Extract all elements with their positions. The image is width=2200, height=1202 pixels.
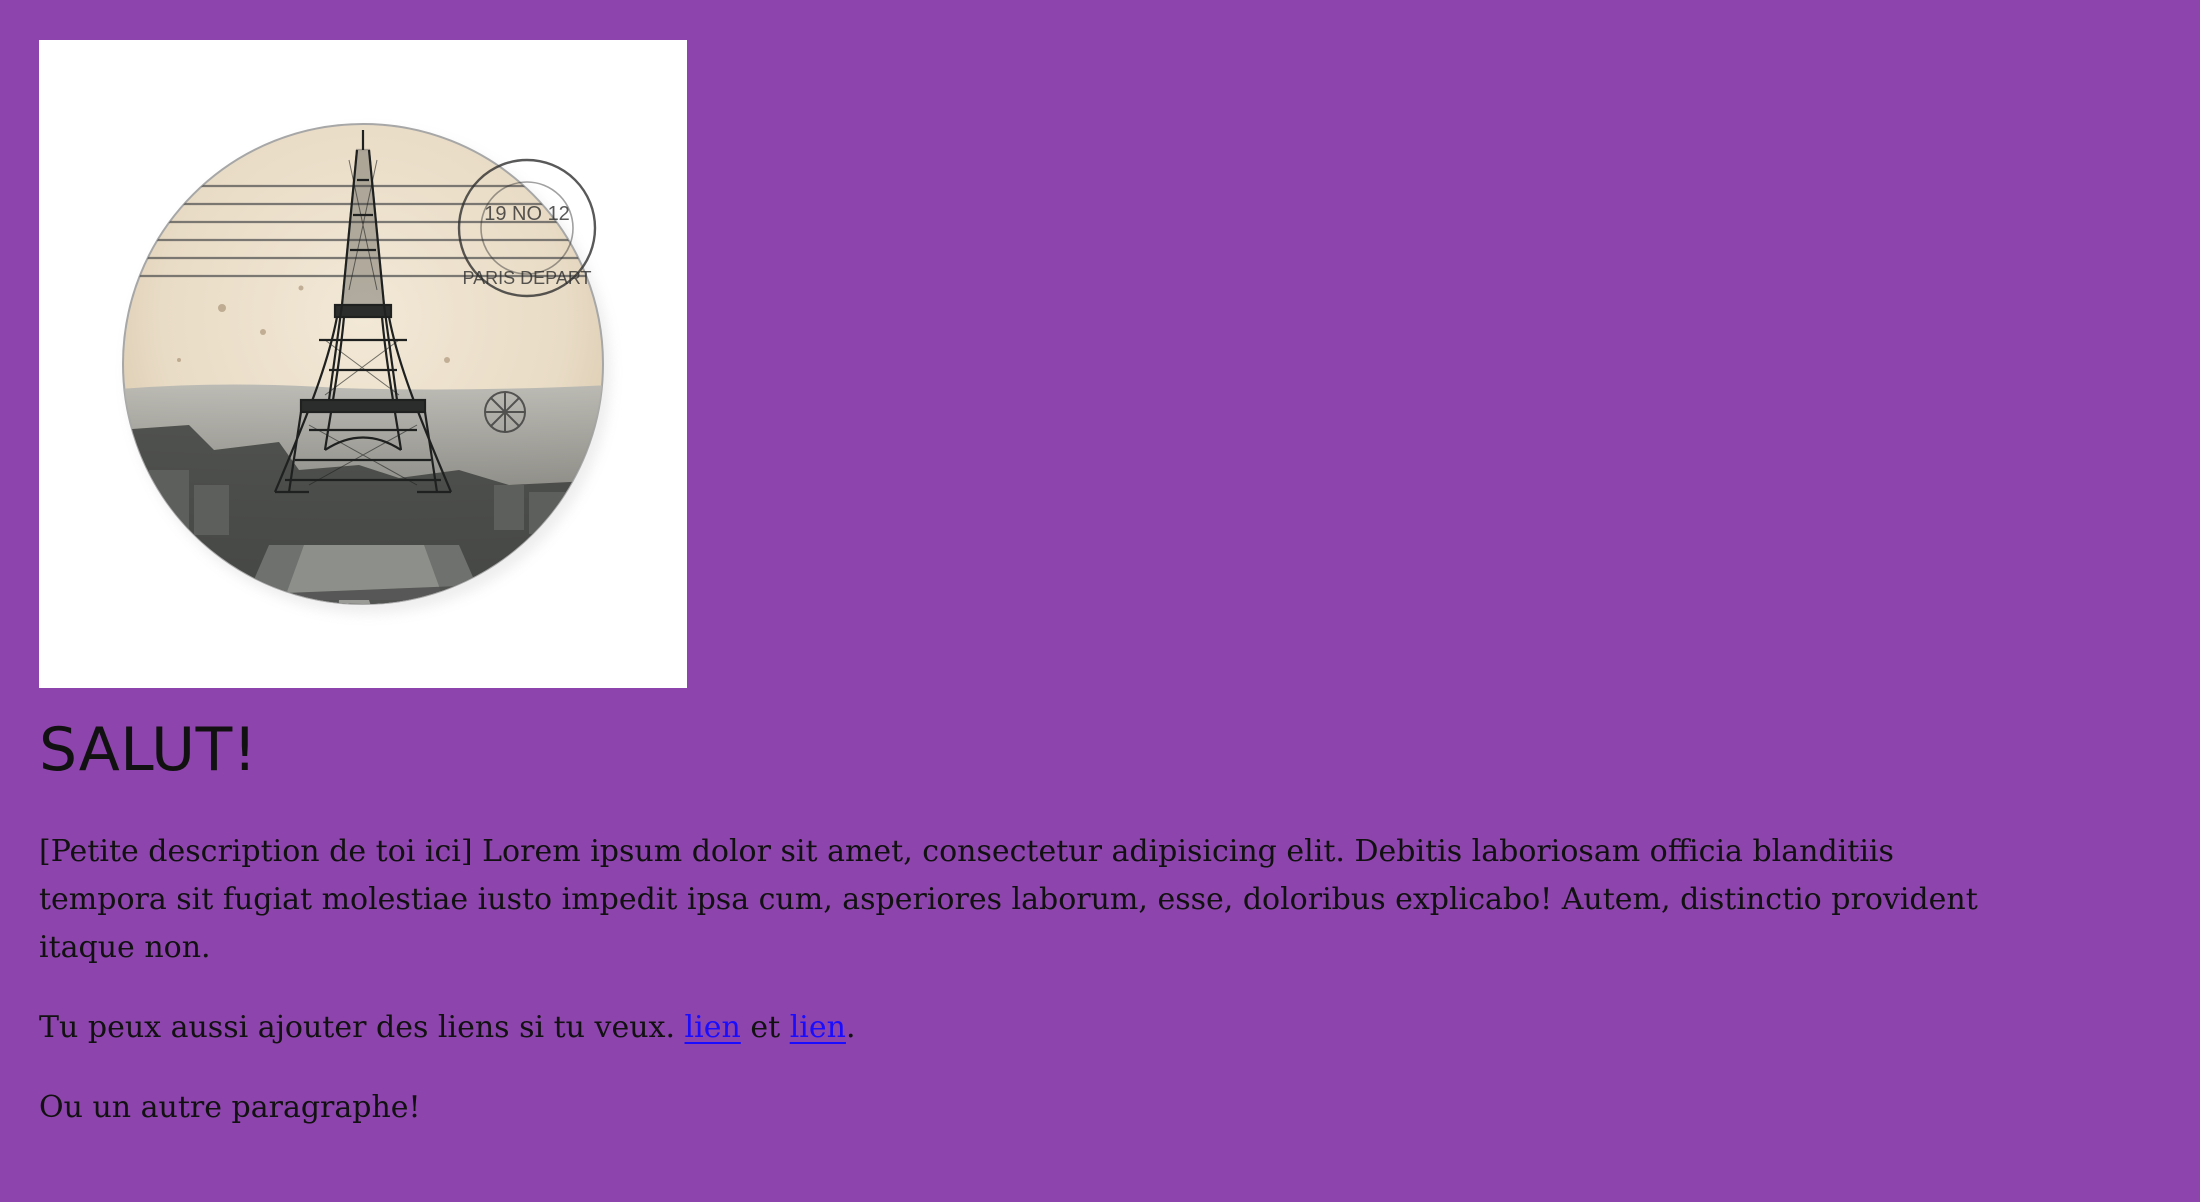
page: 19 NO 12 PARIS DEPART SALUT! [Petite des… — [0, 0, 2200, 1202]
profile-image: 19 NO 12 PARIS DEPART — [39, 40, 687, 688]
link-2[interactable]: lien — [790, 1010, 846, 1045]
links-suffix: . — [845, 1010, 856, 1045]
svg-text:PARIS DEPART: PARIS DEPART — [462, 268, 591, 288]
eiffel-tower-image: 19 NO 12 PARIS DEPART — [122, 123, 611, 614]
link-1[interactable]: lien — [685, 1010, 741, 1045]
links-prefix: Tu peux aussi ajouter des liens si tu ve… — [39, 1010, 685, 1045]
links-paragraph: Tu peux aussi ajouter des liens si tu ve… — [39, 1004, 2019, 1052]
intro-paragraph: [Petite description de toi ici] Lorem ip… — [39, 834, 1978, 965]
outro-paragraph: Ou un autre paragraphe! — [39, 1090, 421, 1125]
links-between: et — [740, 1010, 790, 1045]
svg-text:19 NO 12: 19 NO 12 — [484, 203, 570, 225]
page-title: SALUT! — [39, 715, 258, 785]
